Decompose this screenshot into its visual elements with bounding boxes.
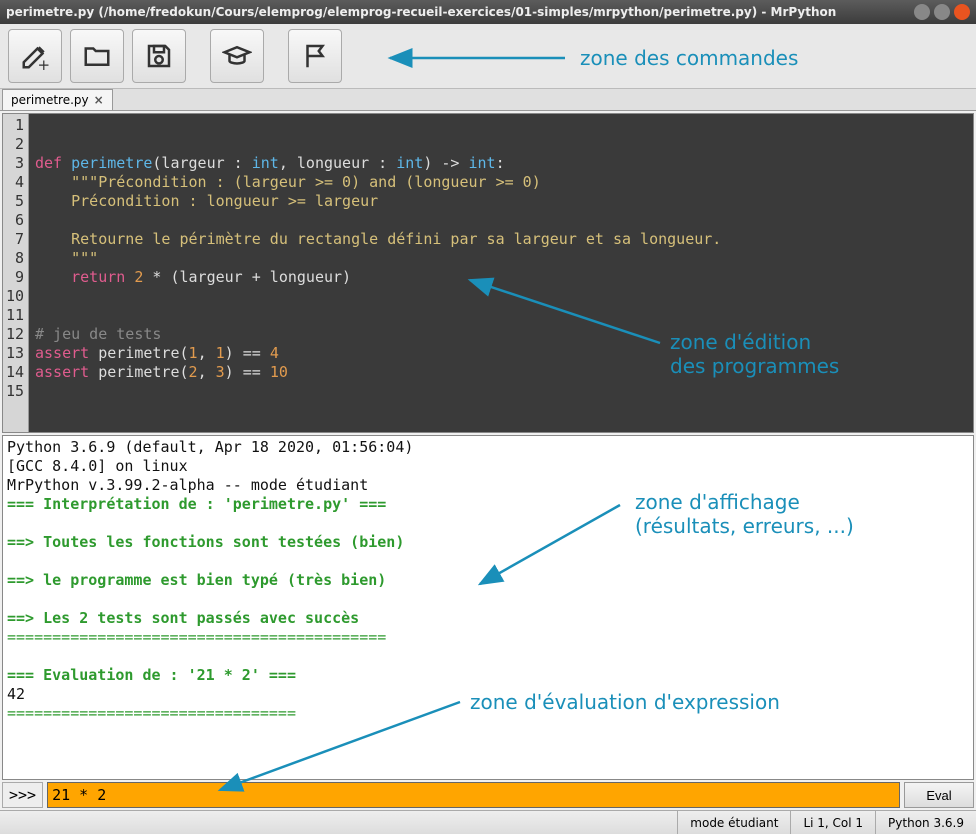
editor-tabs: perimetre.py ×: [0, 89, 976, 111]
pencil-plus-icon: +: [20, 41, 50, 71]
graduation-cap-icon: [222, 41, 252, 71]
svg-text:+: +: [38, 56, 51, 71]
code-content[interactable]: def perimetre(largeur : int, longueur : …: [29, 114, 973, 432]
tab-label: perimetre.py: [11, 93, 89, 107]
eval-row: >>> Eval: [2, 782, 974, 808]
maximize-icon[interactable]: [934, 4, 950, 20]
line-number-gutter: 123456789101112131415: [3, 114, 29, 432]
new-file-button[interactable]: +: [8, 29, 62, 83]
student-mode-button[interactable]: [210, 29, 264, 83]
eval-button[interactable]: Eval: [904, 782, 974, 808]
output-panel[interactable]: Python 3.6.9 (default, Apr 18 2020, 01:5…: [2, 435, 974, 780]
status-mode: mode étudiant: [677, 811, 790, 834]
window-title: perimetre.py (/home/fredokun/Cours/elemp…: [6, 5, 910, 19]
run-button[interactable]: [288, 29, 342, 83]
tab-perimetre[interactable]: perimetre.py ×: [2, 89, 113, 110]
eval-prompt-label: >>>: [2, 782, 43, 808]
toolbar: +: [0, 24, 976, 89]
open-file-button[interactable]: [70, 29, 124, 83]
code-editor[interactable]: 123456789101112131415 def perimetre(larg…: [2, 113, 974, 433]
status-cursor: Li 1, Col 1: [790, 811, 875, 834]
floppy-icon: [144, 41, 174, 71]
folder-icon: [82, 41, 112, 71]
close-icon[interactable]: [954, 4, 970, 20]
status-bar: mode étudiant Li 1, Col 1 Python 3.6.9: [0, 810, 976, 834]
eval-input[interactable]: [47, 782, 900, 808]
tab-close-icon[interactable]: ×: [94, 93, 104, 107]
save-file-button[interactable]: [132, 29, 186, 83]
window-titlebar: perimetre.py (/home/fredokun/Cours/elemp…: [0, 0, 976, 24]
status-python: Python 3.6.9: [875, 811, 976, 834]
flag-icon: [300, 41, 330, 71]
minimize-icon[interactable]: [914, 4, 930, 20]
